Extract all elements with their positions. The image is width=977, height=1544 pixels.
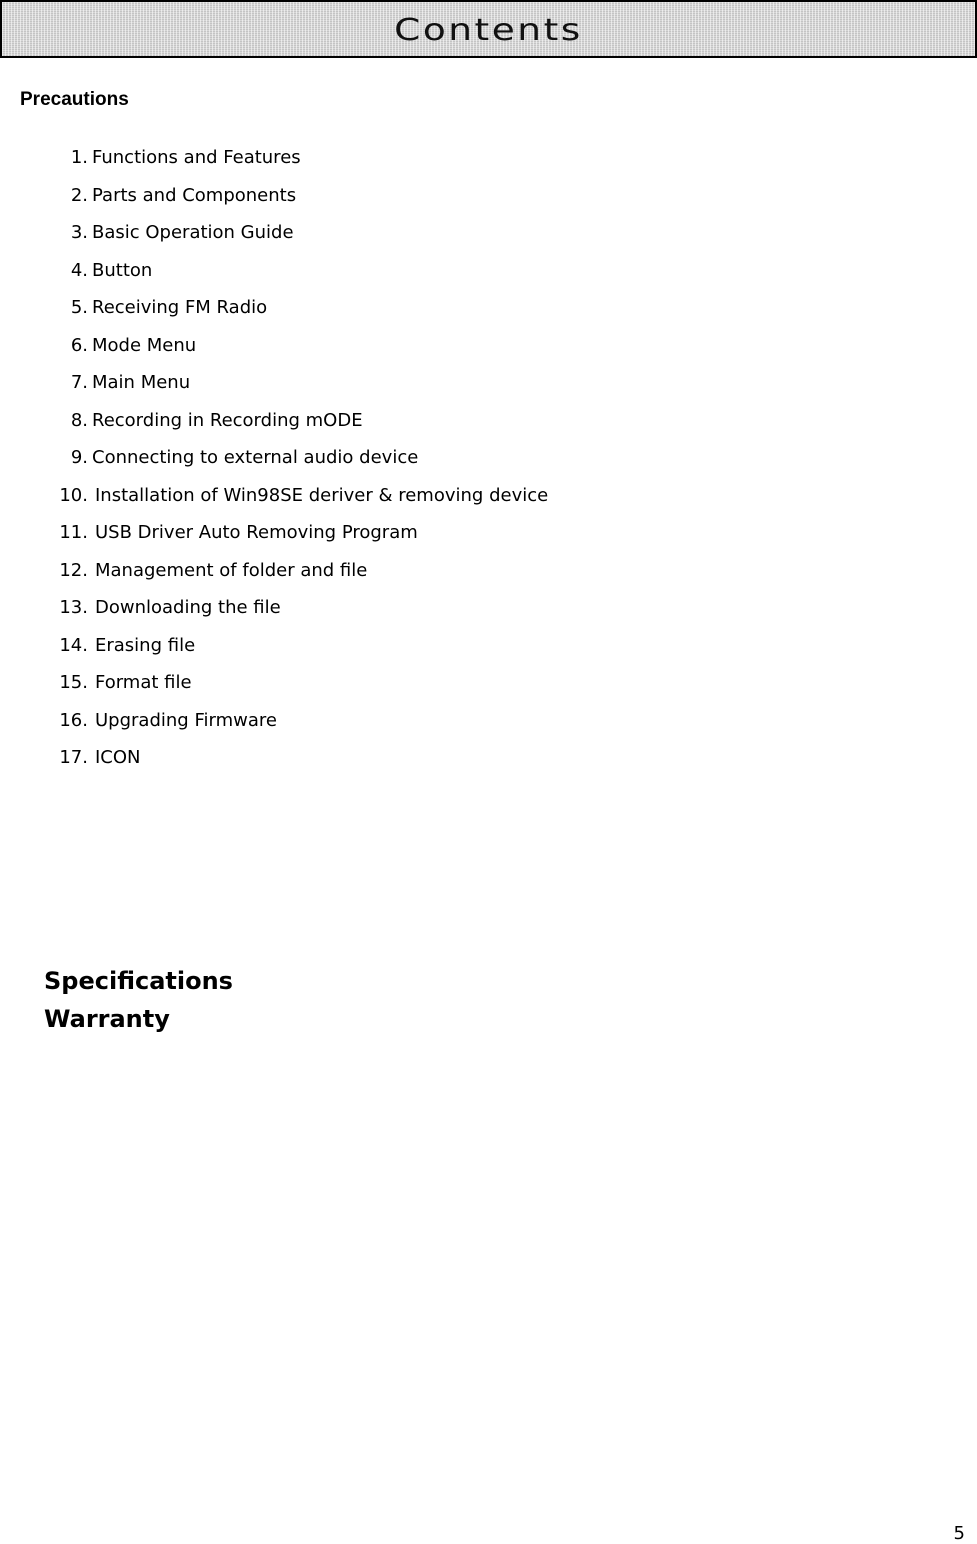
toc-item-label: Button: [92, 259, 153, 281]
toc-item-number: 17.: [59, 747, 88, 768]
toc-item-label: Main Menu: [92, 372, 191, 393]
toc-item-label: Connecting to external audio device: [92, 447, 419, 468]
toc-item[interactable]: 10. Installation of Win98SE deriver & rem…: [0, 483, 900, 521]
specifications-heading: Specifications: [44, 967, 233, 995]
table-of-contents: 1. Functions and Features 2. Parts and Comp…: [0, 145, 900, 783]
precautions-heading: Precautions: [20, 89, 129, 110]
toc-item-number: 8.: [70, 409, 88, 431]
toc-item-label: ICON: [95, 747, 141, 768]
toc-item-number: 16.: [59, 709, 88, 731]
toc-item-label: Basic Operation Guide: [92, 222, 294, 243]
toc-item-number: 2.: [70, 184, 88, 206]
toc-item-label: Downloading the file: [95, 597, 281, 618]
toc-item-label: Upgrading Firmware: [95, 709, 277, 731]
toc-item[interactable]: 16. Upgrading Firmware: [0, 708, 900, 746]
toc-item[interactable]: 15. Format file: [0, 670, 900, 708]
toc-item-number: 10.: [59, 484, 88, 506]
toc-item-number: 11.: [59, 522, 88, 543]
toc-item-label: Recording in Recording mODE: [92, 409, 363, 431]
toc-item-label: Mode Menu: [92, 334, 197, 356]
toc-item-number: 9.: [70, 447, 88, 468]
toc-item[interactable]: 2. Parts and Components: [0, 183, 900, 221]
toc-item-number: 7.: [70, 372, 88, 393]
toc-item-label: Receiving FM Radio: [92, 297, 268, 318]
toc-item[interactable]: 14. Erasing file: [0, 633, 900, 671]
toc-item-number: 4.: [70, 259, 88, 281]
toc-item[interactable]: 1. Functions and Features: [0, 145, 900, 183]
toc-item[interactable]: 9. Connecting to external audio device: [0, 445, 900, 483]
toc-item[interactable]: 8. Recording in Recording mODE: [0, 408, 900, 446]
toc-item[interactable]: 17. ICON: [0, 745, 900, 783]
toc-item-number: 3.: [70, 222, 88, 243]
toc-item-label: Parts and Components: [92, 184, 297, 206]
toc-item[interactable]: 13. Downloading the file: [0, 595, 900, 633]
toc-item[interactable]: 11. USB Driver Auto Removing Program: [0, 520, 900, 558]
contents-banner: Contents: [0, 0, 977, 58]
toc-item[interactable]: 5. Receiving FM Radio: [0, 295, 900, 333]
toc-item[interactable]: 3. Basic Operation Guide: [0, 220, 900, 258]
toc-item-number: 15.: [59, 672, 88, 693]
toc-item[interactable]: 6. Mode Menu: [0, 333, 900, 371]
toc-item-number: 6.: [70, 334, 88, 356]
warranty-heading: Warranty: [44, 1005, 170, 1033]
page-title: Contents: [394, 12, 583, 48]
toc-item-label: Installation of Win98SE deriver & removi…: [95, 484, 549, 506]
toc-item-label: Format file: [95, 672, 192, 693]
toc-item-label: Functions and Features: [92, 147, 301, 168]
toc-item[interactable]: 12. Management of folder and file: [0, 558, 900, 596]
toc-item-number: 1.: [70, 147, 88, 168]
toc-item-label: Erasing file: [95, 634, 196, 656]
toc-item-number: 5.: [70, 297, 88, 318]
toc-item-label: USB Driver Auto Removing Program: [95, 522, 418, 543]
toc-item[interactable]: 7. Main Menu: [0, 370, 900, 408]
toc-item-label: Management of folder and file: [95, 559, 368, 581]
toc-item[interactable]: 4. Button: [0, 258, 900, 296]
toc-item-number: 13.: [59, 597, 88, 618]
toc-item-number: 14.: [59, 634, 88, 656]
toc-item-number: 12.: [59, 559, 88, 581]
